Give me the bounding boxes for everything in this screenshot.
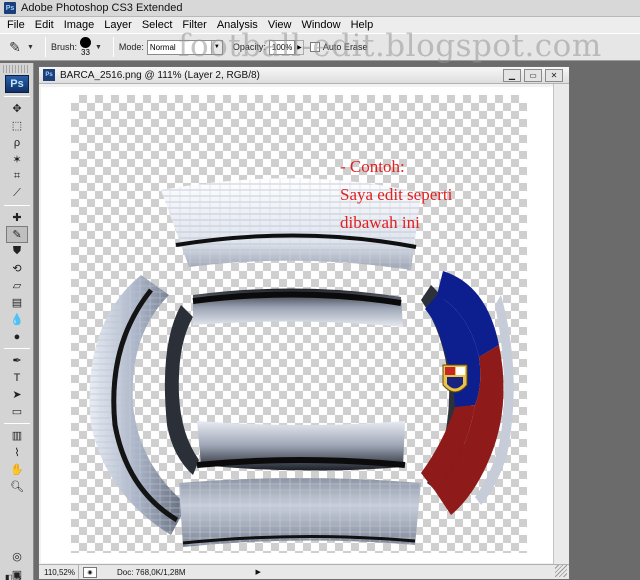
- clone-stamp-tool-icon[interactable]: ⛊: [6, 243, 28, 260]
- menu-file[interactable]: File: [2, 19, 30, 31]
- document-icon: Ps: [43, 69, 55, 81]
- vertical-scrollbar[interactable]: [553, 84, 569, 564]
- tool-preset-chevron-down-icon[interactable]: ▼: [27, 44, 34, 51]
- history-brush-tool-icon[interactable]: ⟲: [6, 260, 28, 277]
- menu-analysis[interactable]: Analysis: [212, 19, 263, 31]
- divider: [112, 37, 114, 57]
- divider: [4, 205, 30, 206]
- mode-select[interactable]: Normal ▼: [146, 39, 223, 55]
- move-tool-icon[interactable]: ✥: [6, 100, 28, 117]
- window-title: Adobe Photoshop CS3 Extended: [21, 2, 183, 14]
- maximize-button[interactable]: ▭: [524, 69, 542, 82]
- brush-tip-icon: [79, 37, 91, 48]
- workspace-background: [572, 63, 640, 580]
- quick-mask-icon[interactable]: ◎: [6, 548, 28, 565]
- photoshop-app-icon: Ps: [4, 2, 16, 14]
- mode-value: Normal: [149, 42, 176, 52]
- notes-tool-icon[interactable]: ▥: [6, 427, 28, 444]
- menu-select[interactable]: Select: [137, 19, 178, 31]
- document-title: BARCA_2516.png @ 111% (Layer 2, RGB/8): [60, 69, 260, 81]
- healing-brush-tool-icon[interactable]: ✚: [6, 209, 28, 226]
- status-preview-icon[interactable]: ◉: [83, 566, 97, 578]
- slice-tool-icon[interactable]: ⟋: [6, 185, 28, 202]
- toolbox: Ps ✥ ⬚ ρ ✶ ⌗ ⟋ ✚ ✎ ⛊ ⟲ ▱ ▤ 💧 ● ✒ T ➤ ▭ ▥…: [0, 63, 34, 580]
- annotation-line-2: Saya edit seperti: [340, 185, 453, 204]
- divider: [44, 37, 46, 57]
- canvas-area[interactable]: - Contoh: Saya edit seperti dibawah ini: [41, 87, 553, 563]
- current-tool-brush-icon[interactable]: ✎: [4, 37, 26, 57]
- barca-crest-icon: [442, 364, 468, 393]
- menu-edit[interactable]: Edit: [30, 19, 59, 31]
- opacity-slider-toggle[interactable]: ▶: [294, 39, 304, 55]
- lasso-tool-icon[interactable]: ρ: [6, 134, 28, 151]
- options-bar: ✎ ▼ Brush: 33 ▼ Mode: Normal ▼ Opacity: …: [0, 33, 640, 61]
- resize-grip[interactable]: [555, 565, 567, 577]
- menu-filter[interactable]: Filter: [177, 19, 211, 31]
- auto-erase-checkbox[interactable]: [309, 42, 320, 52]
- gradient-tool-icon[interactable]: ▤: [6, 294, 28, 311]
- document-title-bar[interactable]: Ps BARCA_2516.png @ 111% (Layer 2, RGB/8…: [39, 67, 569, 84]
- pen-tool-icon[interactable]: ✒: [6, 352, 28, 369]
- status-bar: 110,52% ◉ Doc: 768,0K/1,28M ▶: [39, 564, 569, 579]
- annotation-line-1: - Contoh:: [340, 157, 405, 176]
- crop-tool-icon[interactable]: ⌗: [6, 168, 28, 185]
- menu-window[interactable]: Window: [296, 19, 345, 31]
- toolbox-grip[interactable]: [3, 65, 30, 73]
- brush-label: Brush:: [50, 42, 77, 52]
- annotation-text: - Contoh: Saya edit seperti dibawah ini: [340, 153, 452, 237]
- screen-mode-icon[interactable]: ▣: [6, 566, 28, 580]
- blur-tool-icon[interactable]: 💧: [6, 311, 28, 328]
- annotation-line-3: dibawah ini: [340, 213, 420, 232]
- zoom-tool-icon[interactable]: 🔍︎: [6, 478, 28, 495]
- title-bar: Ps Adobe Photoshop CS3 Extended: [0, 0, 640, 17]
- brush-chevron-down-icon[interactable]: ▼: [95, 44, 102, 51]
- menu-image[interactable]: Image: [59, 19, 100, 31]
- brush-preset-picker[interactable]: 33: [79, 37, 91, 57]
- opacity-label: Opacity:: [232, 42, 266, 52]
- eyedropper-tool-icon[interactable]: ⌇: [6, 444, 28, 461]
- type-tool-icon[interactable]: T: [6, 369, 28, 386]
- document-window: Ps BARCA_2516.png @ 111% (Layer 2, RGB/8…: [38, 66, 570, 580]
- marquee-tool-icon[interactable]: ⬚: [6, 117, 28, 134]
- magic-wand-tool-icon[interactable]: ✶: [6, 151, 28, 168]
- status-menu-arrow-icon[interactable]: ▶: [255, 568, 260, 576]
- photoshop-logo[interactable]: Ps: [5, 75, 29, 93]
- path-selection-tool-icon[interactable]: ➤: [6, 386, 28, 403]
- menu-view[interactable]: View: [263, 19, 297, 31]
- menu-bar: File Edit Image Layer Select Filter Anal…: [0, 17, 640, 33]
- minimize-button[interactable]: ▁: [503, 69, 521, 82]
- document-size-info: Doc: 768,0K/1,28M: [117, 567, 186, 577]
- menu-layer[interactable]: Layer: [99, 19, 137, 31]
- hand-tool-icon[interactable]: ✋: [6, 461, 28, 478]
- eraser-tool-icon[interactable]: ▱: [6, 277, 28, 294]
- zoom-level[interactable]: 110,52%: [39, 565, 79, 579]
- shape-tool-icon[interactable]: ▭: [6, 403, 28, 420]
- close-button[interactable]: ✕: [545, 69, 563, 82]
- auto-erase-label: Auto Erase: [322, 42, 368, 52]
- chevron-down-icon: ▼: [210, 40, 222, 54]
- brush-tool-icon[interactable]: ✎: [6, 226, 28, 243]
- mode-label: Mode:: [118, 42, 144, 52]
- divider: [4, 423, 30, 424]
- opacity-input[interactable]: 100%: [268, 39, 295, 55]
- divider: [4, 348, 30, 349]
- stadium-texture-image: [89, 178, 514, 547]
- dodge-tool-icon[interactable]: ●: [6, 328, 28, 345]
- menu-help[interactable]: Help: [346, 19, 379, 31]
- window-controls: ▁ ▭ ✕: [503, 69, 563, 82]
- brush-size-value: 33: [81, 48, 90, 57]
- divider: [4, 96, 30, 97]
